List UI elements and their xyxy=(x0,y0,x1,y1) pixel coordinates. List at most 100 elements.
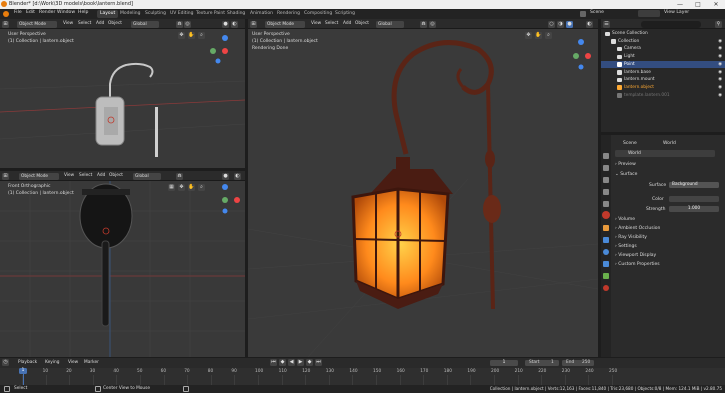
lantern-model[interactable] xyxy=(95,62,158,157)
tab-rendering[interactable]: Rendering xyxy=(274,10,303,18)
tab-sculpting[interactable]: Sculpting xyxy=(142,10,169,18)
end-frame-field[interactable]: End 250 xyxy=(562,360,594,366)
viewport-main[interactable]: ⊞ Object Mode View Select Add Object Glo… xyxy=(248,19,598,357)
shading-mode-icon[interactable]: ● xyxy=(222,172,229,180)
scene-name-field[interactable] xyxy=(638,10,660,17)
panel-surface[interactable]: ⌄ Surface xyxy=(615,172,637,177)
menu-render[interactable]: Render xyxy=(39,10,55,15)
view-layer-tab-icon[interactable] xyxy=(603,189,609,195)
strength-field[interactable]: 1.000 xyxy=(669,206,719,212)
panel-preview[interactable]: › Preview xyxy=(615,162,636,167)
visibility-eye-icon[interactable]: ◉ xyxy=(718,84,722,92)
render-tab-icon[interactable] xyxy=(603,165,609,171)
material-tab-icon[interactable] xyxy=(603,285,609,291)
panel-viewport-display[interactable]: › Viewport Display xyxy=(615,253,656,258)
snap-icon[interactable]: ⋒ xyxy=(420,20,427,28)
editor-type-icon[interactable]: ◷ xyxy=(2,359,9,366)
start-frame-field[interactable]: Start 1 xyxy=(525,360,559,366)
viewport-top-left[interactable]: ⊞ Object Mode View Select Add Object Glo… xyxy=(0,19,245,168)
outliner-search-input[interactable] xyxy=(641,20,701,28)
overlay-icon[interactable]: ◐ xyxy=(234,172,241,180)
editor-type-icon[interactable]: ⊞ xyxy=(250,20,257,28)
physics-tab-icon[interactable] xyxy=(603,261,609,267)
menu-view[interactable]: View xyxy=(63,21,73,26)
visibility-eye-icon[interactable]: ◉ xyxy=(718,45,722,53)
particles-tab-icon[interactable] xyxy=(603,249,609,255)
outliner-row[interactable]: lantern.object ◉ xyxy=(601,84,725,92)
scene-tab-icon[interactable] xyxy=(603,201,609,207)
menu-add[interactable]: Add xyxy=(343,21,351,26)
overlay-icon[interactable]: ◐ xyxy=(586,20,593,28)
visibility-eye-icon[interactable]: ◉ xyxy=(718,38,722,46)
tab-layout[interactable]: Layout xyxy=(97,10,119,18)
tab-modeling[interactable]: Modeling xyxy=(117,10,143,18)
prev-key-icon[interactable]: ◆ xyxy=(279,359,286,366)
visibility-eye-icon[interactable]: ◉ xyxy=(718,69,722,77)
navigation-gizmo[interactable] xyxy=(222,184,240,214)
camera-view-icon[interactable]: ✥ xyxy=(178,32,185,39)
menu-playback[interactable]: Playback xyxy=(18,360,37,365)
rendered-shading-icon[interactable]: ● xyxy=(566,20,573,28)
view-tool-icons[interactable]: ✥ ✋ ⌕ xyxy=(178,32,218,40)
editor-type-icon[interactable]: ⊞ xyxy=(2,20,9,28)
hand-icon[interactable]: ✋ xyxy=(535,32,542,39)
snap-icon[interactable]: ⋒ xyxy=(176,20,183,28)
outliner-row[interactable]: Point ◉ xyxy=(601,60,725,69)
data-tab-icon[interactable] xyxy=(603,273,609,279)
menu-view[interactable]: View xyxy=(68,360,78,365)
transform-orientation[interactable]: Global xyxy=(133,172,161,180)
shading-mode-icon[interactable]: ● xyxy=(222,20,229,28)
visibility-eye-icon[interactable]: ◉ xyxy=(718,76,722,84)
hand-icon[interactable]: ✋ xyxy=(188,184,195,191)
zoom-icon[interactable]: ⌕ xyxy=(198,184,205,191)
transform-orientation[interactable]: Global xyxy=(376,20,404,28)
color-swatch[interactable] xyxy=(669,196,719,202)
viewport-bottom-left[interactable]: ⊞ Object Mode View Select Add Object Glo… xyxy=(0,171,245,357)
mode-selector[interactable]: Object Mode xyxy=(17,20,57,28)
outliner-row[interactable]: Camera ◉ xyxy=(601,45,725,53)
menu-edit[interactable]: Edit xyxy=(26,10,35,15)
mode-selector[interactable]: Object Mode xyxy=(265,20,305,28)
panel-settings[interactable]: › Settings xyxy=(615,244,637,249)
mode-selector[interactable]: Object Mode xyxy=(19,172,59,180)
scene-selector[interactable]: Scene xyxy=(590,10,604,15)
panel-custom-properties[interactable]: › Custom Properties xyxy=(615,262,660,267)
menu-add[interactable]: Add xyxy=(97,173,105,178)
minimize-button[interactable]: — xyxy=(671,0,689,9)
menu-object[interactable]: Object xyxy=(108,21,122,26)
camera-view-icon[interactable]: ✥ xyxy=(178,184,185,191)
blender-menu-icon[interactable] xyxy=(3,11,9,17)
outliner-row[interactable]: lantern.mount ◉ xyxy=(601,76,725,84)
zoom-icon[interactable]: ⌕ xyxy=(545,32,552,39)
menu-keying[interactable]: Keying xyxy=(45,360,59,365)
snap-icon[interactable]: ⋒ xyxy=(176,172,183,180)
camera-view-icon[interactable]: ✥ xyxy=(525,32,532,39)
overlay-icon[interactable]: ◐ xyxy=(231,20,238,28)
menu-object[interactable]: Object xyxy=(355,21,369,26)
world-tab-icon[interactable] xyxy=(602,211,610,219)
visibility-eye-icon[interactable]: ◉ xyxy=(718,61,722,69)
visibility-eye-icon[interactable]: ◉ xyxy=(718,92,722,100)
panel-ray-visibility[interactable]: › Ray Visibility xyxy=(615,235,647,240)
surface-shader-field[interactable]: Background xyxy=(669,182,719,188)
view-layer-selector[interactable]: View Layer xyxy=(664,10,689,15)
tab-compositing[interactable]: Compositing xyxy=(301,10,335,18)
tab-animation[interactable]: Animation xyxy=(247,10,276,18)
outliner-row[interactable]: Scene Collection xyxy=(601,30,725,38)
menu-window[interactable]: Window xyxy=(57,10,75,15)
panel-ambient-occlusion[interactable]: › Ambient Occlusion xyxy=(615,226,660,231)
current-frame-field[interactable]: 1 xyxy=(490,360,518,366)
zoom-icon[interactable]: ⌕ xyxy=(198,32,205,39)
menu-marker[interactable]: Marker xyxy=(84,360,99,365)
tab-scene[interactable]: Scene xyxy=(623,141,637,146)
proportional-edit-icon[interactable]: ◎ xyxy=(429,20,436,28)
output-tab-icon[interactable] xyxy=(603,177,609,183)
outliner-row[interactable]: Light ◉ xyxy=(601,53,725,61)
view-tool-icons[interactable]: ✥ ✋ ⌕ xyxy=(525,32,565,40)
hand-icon[interactable]: ✋ xyxy=(188,32,195,39)
visibility-eye-icon[interactable]: ◉ xyxy=(718,53,722,61)
menu-help[interactable]: Help xyxy=(78,10,88,15)
lantern-rendered[interactable] xyxy=(351,40,501,310)
panel-volume[interactable]: › Volume xyxy=(615,217,635,222)
next-key-icon[interactable]: ◆ xyxy=(306,359,313,366)
